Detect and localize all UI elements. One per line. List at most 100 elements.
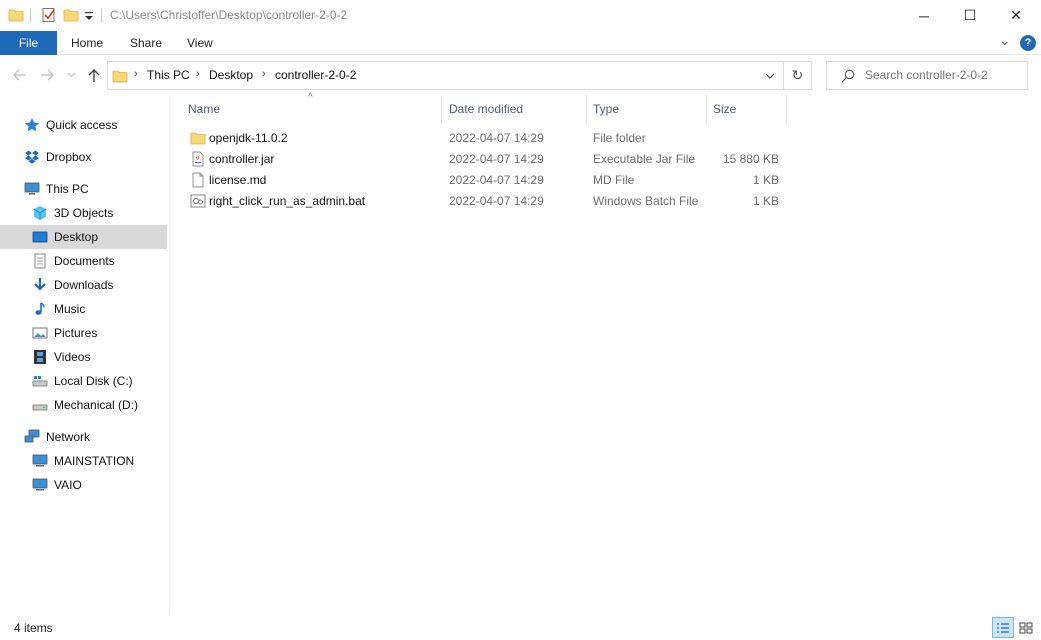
customize-toolbar-icon[interactable] [84, 7, 94, 23]
ribbon-tabs: File Home Share View ⌄ ? [0, 31, 1041, 55]
sidebar-item-label: MAINSTATION [54, 454, 135, 468]
computer-icon [24, 182, 40, 195]
sidebar-item-label: Mechanical (D:) [54, 398, 139, 412]
sort-ascending-icon: ^ [308, 92, 313, 103]
file-date: 2022-04-07 14:29 [449, 173, 544, 187]
search-input[interactable] [865, 68, 1023, 82]
sidebar-item-videos[interactable]: Videos [0, 345, 167, 369]
film-strip-icon [34, 350, 46, 364]
new-folder-icon[interactable] [63, 7, 79, 23]
desktop-icon [32, 231, 48, 243]
up-arrow-icon[interactable] [87, 67, 101, 83]
toolbar-divider [101, 8, 102, 23]
sidebar-item-label: 3D Objects [54, 206, 114, 220]
tab-file[interactable]: File [0, 31, 57, 55]
folder-icon [190, 132, 206, 145]
file-row[interactable]: license.md 2022-04-07 14:29 MD File 1 KB [171, 170, 791, 191]
sidebar-item-documents[interactable]: Documents [0, 249, 167, 273]
download-arrow-icon [34, 278, 46, 291]
column-name-label: Name [188, 102, 221, 116]
tab-share[interactable]: Share [116, 31, 176, 55]
sidebar-item-pictures[interactable]: Pictures [0, 321, 167, 345]
minimize-button[interactable]: ─ [901, 0, 947, 31]
breadcrumb-desktop[interactable]: Desktop [209, 68, 253, 82]
file-name: license.md [209, 173, 267, 187]
sidebar-item-label: Quick access [46, 118, 118, 132]
large-icons-view-button[interactable] [1015, 617, 1037, 638]
sidebar-item-label: Music [54, 302, 86, 316]
column-type[interactable]: Type [587, 95, 707, 124]
network-icon [24, 429, 40, 443]
refresh-button[interactable]: ↻ [784, 61, 812, 90]
breadcrumb-separator[interactable]: › [196, 68, 200, 80]
breadcrumb-separator[interactable]: › [262, 68, 266, 80]
expand-ribbon-button[interactable]: ⌄ [999, 32, 1011, 49]
file-date: 2022-04-07 14:29 [449, 131, 544, 145]
details-view-icon [997, 622, 1009, 633]
chevron-down-icon[interactable] [765, 73, 775, 79]
properties-icon[interactable] [41, 7, 57, 23]
pictures-icon [32, 327, 48, 339]
computer-icon [32, 478, 48, 491]
sidebar-item-quick-access[interactable]: Quick access [0, 113, 167, 137]
sidebar-item-mainstation[interactable]: MAINSTATION [0, 449, 167, 473]
file-type: Windows Batch File [593, 194, 699, 208]
sidebar-item-dropbox[interactable]: Dropbox [0, 145, 167, 169]
music-note-icon [35, 302, 45, 315]
sidebar-item-desktop[interactable]: Desktop [0, 225, 167, 249]
sidebar-item-network[interactable]: Network [0, 425, 167, 449]
file-row[interactable]: right_click_run_as_admin.bat 2022-04-07 … [171, 191, 791, 212]
column-date-label: Date modified [449, 102, 524, 116]
file-name: right_click_run_as_admin.bat [209, 194, 366, 208]
breadcrumb-this-pc[interactable]: This PC [147, 68, 190, 82]
tab-home[interactable]: Home [57, 31, 117, 55]
file-date: 2022-04-07 14:29 [449, 152, 544, 166]
file-name: openjdk-11.0.2 [209, 131, 288, 145]
recent-locations-icon[interactable] [67, 72, 76, 78]
computer-icon [32, 454, 48, 467]
file-type: File folder [593, 131, 646, 145]
sidebar-item-this-pc[interactable]: This PC [0, 177, 167, 201]
toolbar-divider [30, 8, 31, 23]
sidebar-item-3d-objects[interactable]: 3D Objects [0, 201, 167, 225]
help-icon[interactable]: ? [1020, 35, 1036, 51]
address-bar[interactable]: › This PC › Desktop › controller-2-0-2 [107, 61, 784, 90]
column-date-modified[interactable]: Date modified [443, 95, 587, 124]
sidebar-item-vaio[interactable]: VAIO [0, 473, 167, 497]
sidebar-item-music[interactable]: Music [0, 297, 167, 321]
maximize-button[interactable]: ☐ [947, 0, 993, 31]
status-bar: 4 items [0, 615, 1041, 640]
sidebar-item-downloads[interactable]: Downloads [0, 273, 167, 297]
column-size-label: Size [713, 102, 737, 116]
sidebar-item-label: Dropbox [46, 150, 92, 164]
java-jar-icon [192, 151, 204, 167]
close-button[interactable]: ✕ [993, 0, 1039, 31]
forward-arrow-icon[interactable] [40, 68, 55, 82]
search-box[interactable] [826, 61, 1028, 90]
drive-icon [32, 404, 48, 411]
sidebar-item-local-disk[interactable]: Local Disk (C:) [0, 369, 167, 393]
file-size: 1 KB [752, 173, 779, 187]
search-icon [841, 69, 855, 83]
folder-icon [112, 70, 128, 83]
file-name: controller.jar [209, 152, 275, 166]
file-row[interactable]: controller.jar 2022-04-07 14:29 Executab… [171, 149, 791, 170]
column-size[interactable]: Size [707, 95, 787, 124]
title-bar: C:\Users\Christoffer\Desktop\controller-… [0, 0, 1041, 31]
sidebar-item-label: Local Disk (C:) [54, 374, 133, 388]
pane-divider[interactable] [169, 95, 170, 615]
drive-icon [32, 376, 48, 387]
details-view-button[interactable] [992, 617, 1014, 638]
breadcrumb-separator[interactable]: › [134, 68, 138, 80]
navigation-bar: › This PC › Desktop › controller-2-0-2 ↻ [0, 55, 1041, 95]
folder-icon [8, 9, 24, 22]
file-type: Executable Jar File [593, 152, 696, 166]
file-row[interactable]: openjdk-11.0.2 2022-04-07 14:29 File fol… [171, 128, 791, 149]
sidebar-item-label: VAIO [54, 478, 82, 492]
back-arrow-icon[interactable] [12, 68, 27, 82]
breadcrumb-current-folder[interactable]: controller-2-0-2 [275, 68, 356, 82]
batch-file-icon [190, 194, 206, 208]
sidebar-item-mechanical-drive[interactable]: Mechanical (D:) [0, 393, 167, 417]
tab-view[interactable]: View [173, 31, 227, 55]
sidebar-item-label: This PC [46, 182, 89, 196]
